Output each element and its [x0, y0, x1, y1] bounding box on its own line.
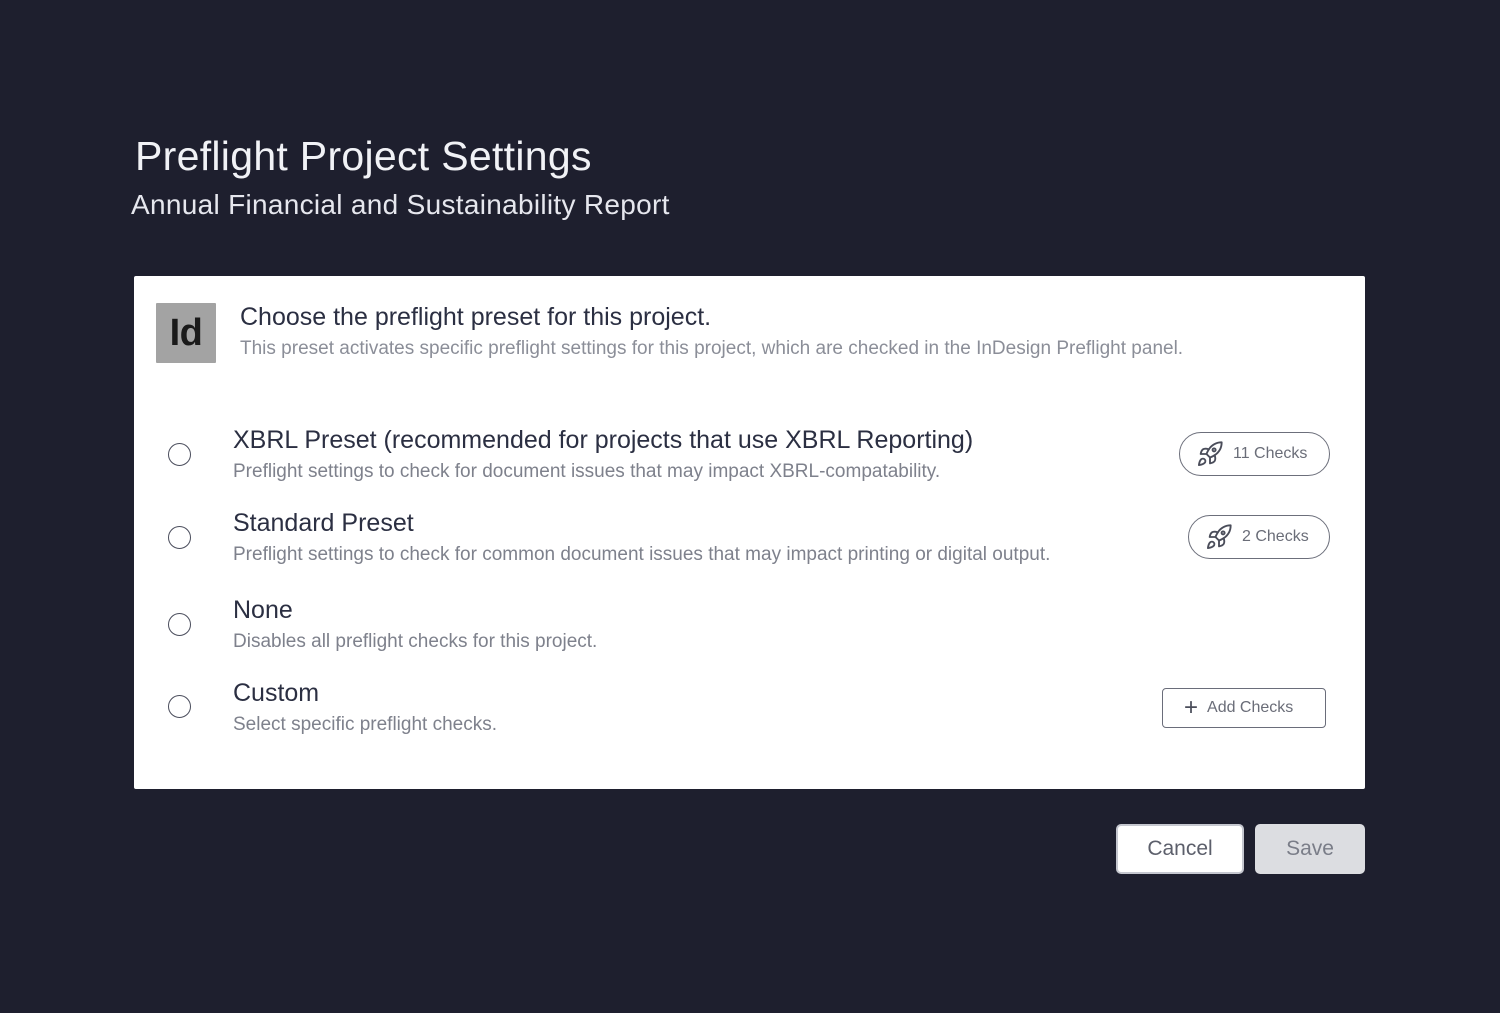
checks-badge-xbrl[interactable]: 11 Checks: [1179, 432, 1330, 476]
panel-heading: Choose the preflight preset for this pro…: [240, 303, 712, 331]
option-standard-preset[interactable]: Standard Preset Preflight settings to ch…: [134, 507, 1365, 577]
option-xbrl-preset[interactable]: XBRL Preset (recommended for projects th…: [134, 424, 1365, 494]
cancel-button[interactable]: Cancel: [1116, 824, 1244, 874]
option-none[interactable]: None Disables all preflight checks for t…: [134, 594, 1365, 664]
option-description: Disables all preflight checks for this p…: [233, 631, 598, 652]
option-title: XBRL Preset (recommended for projects th…: [233, 426, 974, 454]
panel-description: This preset activates specific preflight…: [240, 338, 1184, 359]
page-subtitle: Annual Financial and Sustainability Repo…: [131, 189, 670, 220]
add-checks-button[interactable]: + Add Checks: [1162, 688, 1326, 728]
option-description: Select specific preflight checks.: [233, 714, 498, 735]
add-checks-label: Add Checks: [1207, 699, 1294, 716]
radio-xbrl-preset[interactable]: [168, 443, 191, 466]
preset-panel: Id Choose the preflight preset for this …: [134, 276, 1365, 789]
save-button[interactable]: Save: [1255, 824, 1365, 874]
radio-custom[interactable]: [168, 695, 191, 718]
option-description: Preflight settings to check for document…: [233, 461, 941, 482]
indesign-app-icon: Id: [156, 303, 216, 363]
checks-badge-standard[interactable]: 2 Checks: [1188, 515, 1330, 559]
page-title: Preflight Project Settings: [135, 133, 592, 179]
option-description: Preflight settings to check for common d…: [233, 544, 1051, 565]
radio-standard-preset[interactable]: [168, 526, 191, 549]
option-title: None: [233, 596, 293, 624]
rocket-icon: [1206, 524, 1232, 550]
option-title: Custom: [233, 679, 320, 707]
checks-count-label: 2 Checks: [1242, 528, 1309, 545]
option-title: Standard Preset: [233, 509, 414, 537]
radio-none[interactable]: [168, 613, 191, 636]
option-custom[interactable]: Custom Select specific preflight checks.…: [134, 677, 1365, 747]
plus-icon: +: [1184, 694, 1199, 721]
checks-count-label: 11 Checks: [1233, 445, 1308, 462]
rocket-icon: [1197, 441, 1223, 467]
